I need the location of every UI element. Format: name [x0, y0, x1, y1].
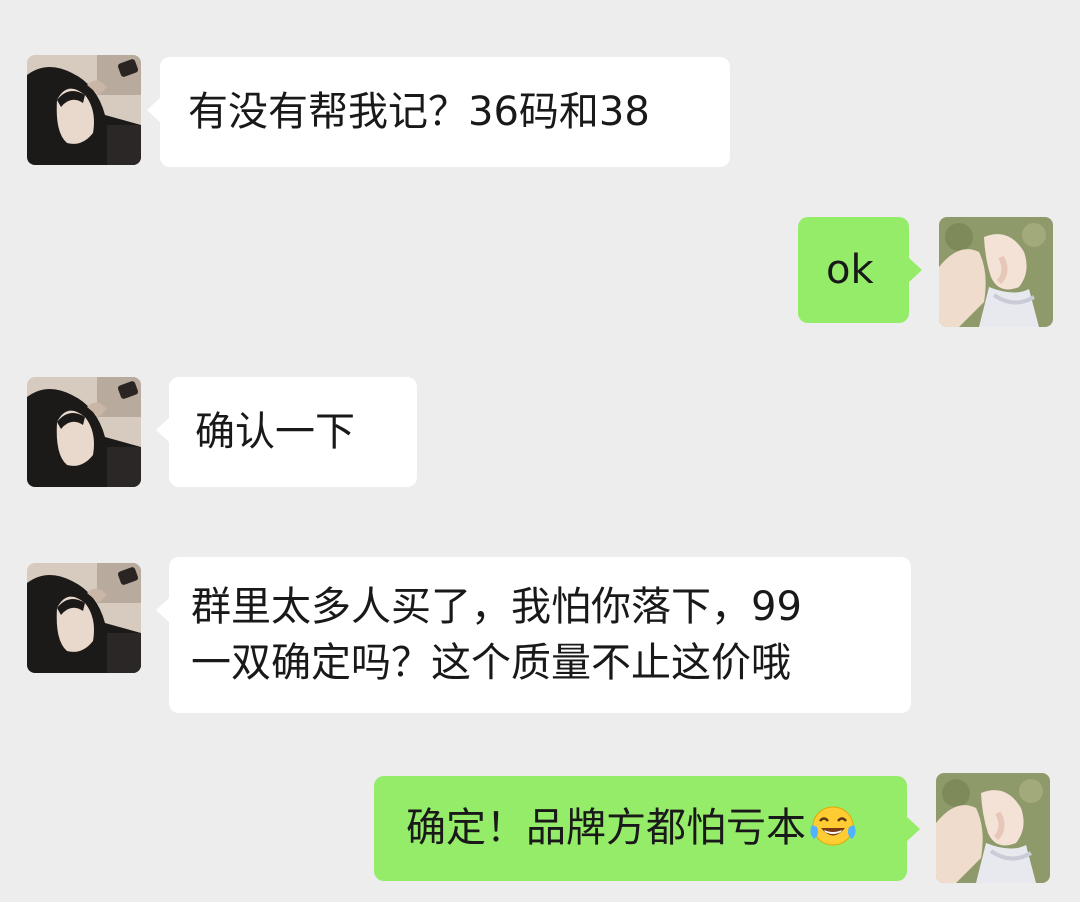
- contact-avatar[interactable]: [27, 377, 141, 487]
- my-avatar[interactable]: [936, 773, 1050, 883]
- contact-avatar-icon: [27, 55, 141, 165]
- face-with-tears-of-joy-icon: [810, 806, 856, 846]
- message-text-line: 群里太多人买了，我怕你落下，99: [191, 584, 802, 630]
- message-bubble-incoming[interactable]: 群里太多人买了，我怕你落下，99 一双确定吗？这个质量不止这价哦: [156, 557, 911, 713]
- message-text-line: 一双确定吗？这个质量不止这价哦: [191, 640, 791, 686]
- message-text: ok: [826, 247, 874, 293]
- message-bubble-outgoing[interactable]: 确定！品牌方都怕亏本: [374, 776, 920, 881]
- contact-avatar[interactable]: [27, 563, 141, 673]
- my-avatar-icon: [939, 217, 1053, 327]
- message-text: 有没有帮我记？36码和38: [188, 89, 650, 135]
- my-avatar[interactable]: [939, 217, 1053, 327]
- message-bubble-outgoing[interactable]: ok: [798, 217, 922, 323]
- contact-avatar-icon: [27, 377, 141, 487]
- message-text-content: 确定！品牌方都怕亏本: [406, 805, 806, 851]
- my-avatar-icon: [936, 773, 1050, 883]
- message-bubble-incoming[interactable]: 确认一下: [156, 377, 417, 487]
- contact-avatar-icon: [27, 563, 141, 673]
- message-text: 确定！品牌方都怕亏本: [406, 800, 875, 856]
- contact-avatar[interactable]: [27, 55, 141, 165]
- message-text: 确认一下: [195, 409, 355, 455]
- message-bubble-incoming[interactable]: 有没有帮我记？36码和38: [147, 57, 730, 167]
